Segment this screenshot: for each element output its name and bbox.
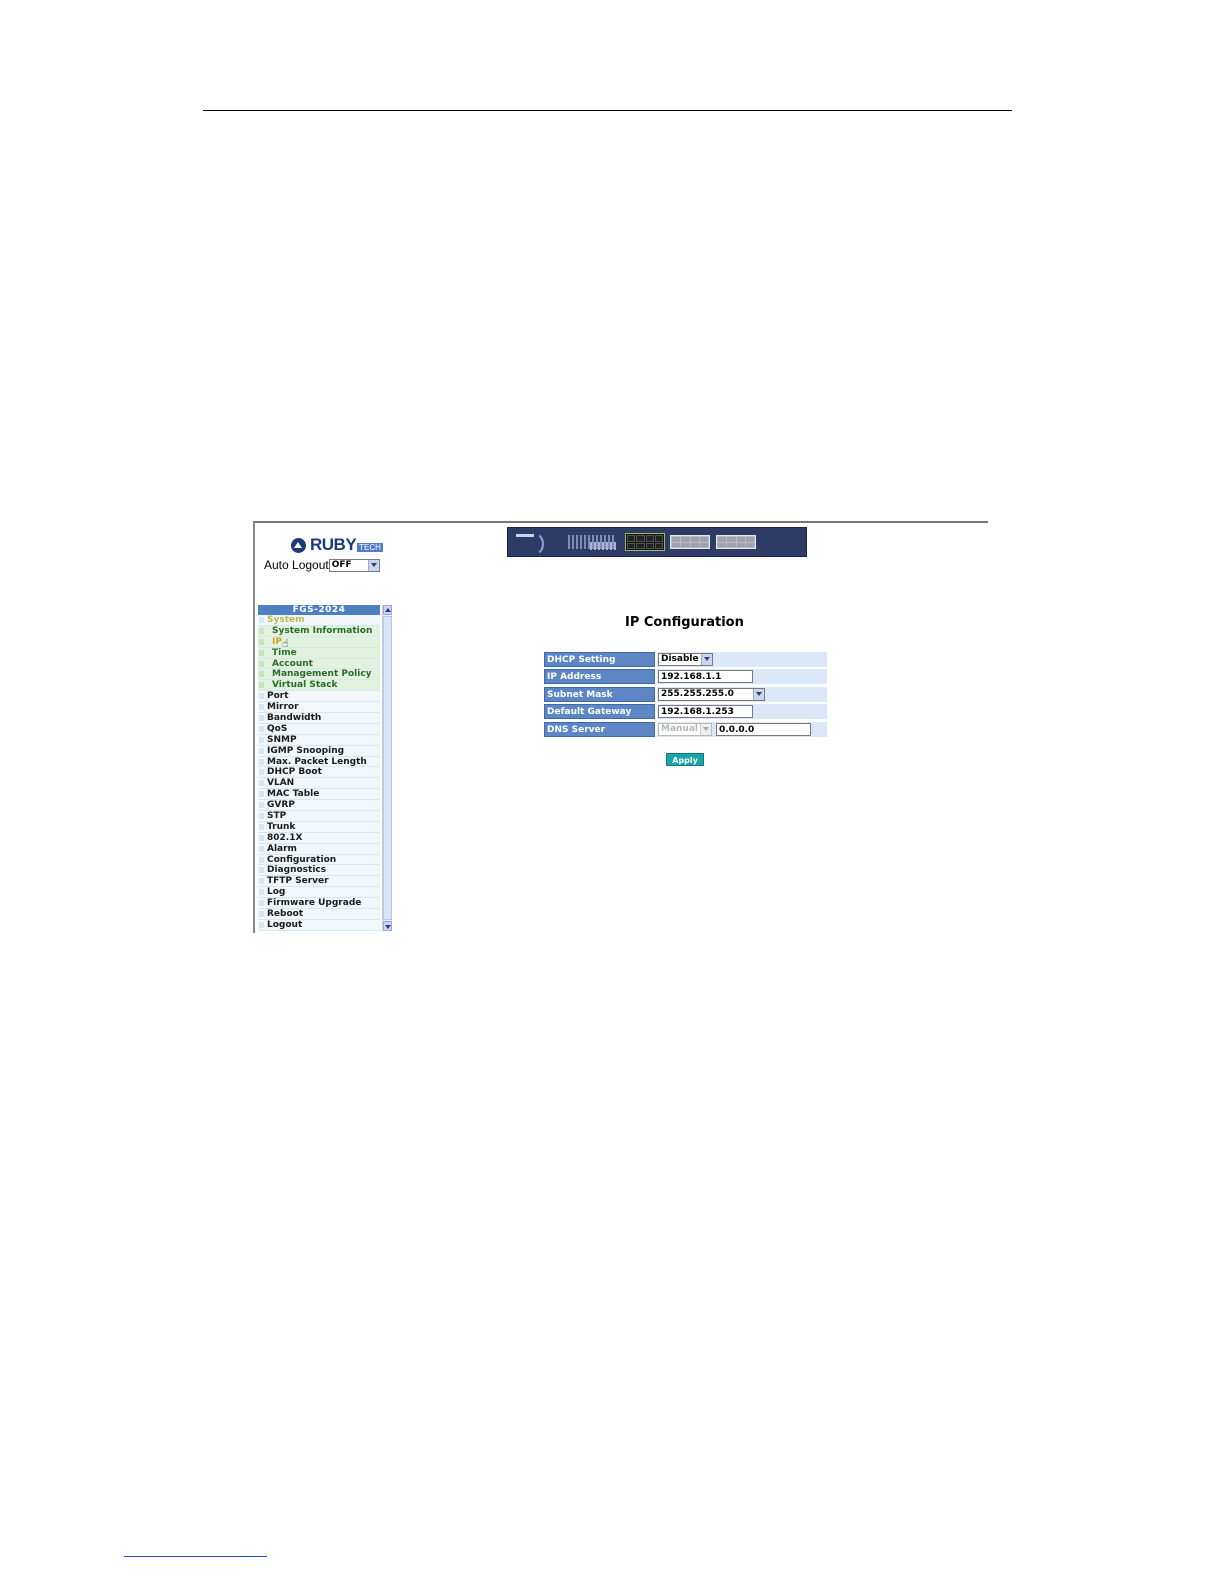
dhcp-setting-value: Disable (661, 654, 699, 665)
web-ui-screenshot: RUBY TECH Auto Logout OFF FGS-2024 Syste… (253, 521, 988, 933)
footer-link-rule (124, 1556, 267, 1557)
ip-config-form: DHCP Setting Disable IP Address 192.168.… (544, 651, 827, 739)
sidebar-item-mac-table[interactable]: MAC Table (258, 789, 380, 801)
sidebar-item-ip[interactable]: IP ☝ (258, 636, 380, 649)
page-title: IP Configuration (625, 615, 744, 630)
subnet-mask-select[interactable]: 255.255.255.0 (658, 687, 765, 701)
scroll-up-icon[interactable] (383, 605, 392, 615)
ip-address-row: IP Address 192.168.1.1 (544, 669, 827, 686)
logo-sub: TECH (357, 543, 383, 552)
dhcp-setting-row: DHCP Setting Disable (544, 651, 827, 669)
ip-address-input[interactable]: 192.168.1.1 (658, 670, 753, 684)
auto-logout-label: Auto Logout (264, 558, 329, 572)
sidebar-item-max-packet-length[interactable]: Max. Packet Length (258, 756, 380, 768)
sidebar-item-log[interactable]: Log (258, 887, 380, 899)
sidebar-item-tftp-server[interactable]: TFTP Server (258, 876, 380, 888)
rj45-ports (625, 533, 665, 551)
sidebar-item-trunk[interactable]: Trunk (258, 821, 380, 833)
dhcp-setting-select[interactable]: Disable (658, 652, 713, 666)
sidebar-item-bandwidth[interactable]: Bandwidth (258, 713, 380, 724)
subnet-mask-row: Subnet Mask 255.255.255.0 (544, 686, 827, 704)
sidebar-item-management-policy[interactable]: Management Policy (258, 669, 380, 681)
ip-address-label: IP Address (544, 669, 655, 685)
sidebar-item-802-1x[interactable]: 802.1X (258, 832, 380, 844)
sfp-ports-b (716, 535, 756, 549)
dns-mode-value: Manual (661, 724, 699, 735)
sidebar-item-system[interactable]: System (258, 615, 380, 626)
sidebar-item-igmp-snooping[interactable]: IGMP Snooping (258, 745, 380, 757)
sidebar-item-mirror[interactable]: Mirror (258, 702, 380, 714)
sidebar-item-snmp[interactable]: SNMP (258, 734, 380, 746)
sfp-ports-a (670, 535, 710, 549)
dns-server-row: DNS Server Manual 0.0.0.0 (544, 721, 827, 739)
auto-logout-select[interactable]: OFF (328, 558, 380, 572)
sidebar-item-qos[interactable]: QoS (258, 723, 380, 735)
subnet-mask-label: Subnet Mask (544, 686, 655, 702)
default-gateway-input[interactable]: 192.168.1.253 (658, 705, 753, 719)
auto-logout-value: OFF (331, 560, 352, 570)
chevron-down-icon[interactable] (367, 559, 379, 571)
sidebar-item-account[interactable]: Account (258, 658, 380, 670)
dns-server-label: DNS Server (544, 721, 655, 737)
chevron-down-icon (700, 723, 711, 735)
dns-mode-select: Manual (658, 722, 712, 736)
sidebar-item-configuration[interactable]: Configuration (258, 854, 380, 866)
sidebar-item-gvrp[interactable]: GVRP (258, 800, 380, 812)
sidebar-item-logout[interactable]: Logout (258, 919, 380, 931)
document-top-rule (203, 110, 1012, 111)
sidebar-item-system-information[interactable]: System Information (258, 625, 380, 637)
sidebar-item-vlan[interactable]: VLAN (258, 778, 380, 790)
sidebar-item-firmware-upgrade[interactable]: Firmware Upgrade (258, 898, 380, 910)
auto-logout: Auto Logout OFF (264, 558, 380, 572)
dns-server-input[interactable]: 0.0.0.0 (716, 722, 811, 736)
sidebar-scrollbar[interactable] (382, 605, 392, 931)
sidebar-menu: FGS-2024 System System Information IP ☝ T… (258, 605, 380, 931)
sidebar-item-label: IP (272, 636, 282, 647)
logo-text: RUBY (310, 535, 357, 554)
sidebar-item-dhcp-boot[interactable]: DHCP Boot (258, 767, 380, 779)
dhcp-setting-label: DHCP Setting (544, 651, 655, 667)
sidebar-item-stp[interactable]: STP (258, 811, 380, 822)
sidebar-item-reboot[interactable]: Reboot (258, 909, 380, 920)
sidebar-item-diagnostics[interactable]: Diagnostics (258, 865, 380, 877)
logo-icon (291, 537, 306, 553)
sidebar-item-port[interactable]: Port (258, 691, 380, 703)
chevron-down-icon[interactable] (753, 688, 764, 700)
sidebar-item-alarm[interactable]: Alarm (258, 843, 380, 855)
sidebar-item-time[interactable]: Time (258, 647, 380, 659)
subnet-mask-value: 255.255.255.0 (661, 689, 734, 700)
status-leds (590, 542, 618, 550)
switch-front-panel-image (507, 527, 807, 557)
chevron-down-icon[interactable] (701, 653, 712, 665)
scroll-down-icon[interactable] (383, 921, 392, 931)
default-gateway-label: Default Gateway (544, 704, 655, 720)
panel-brand-mark (516, 534, 534, 537)
apply-button[interactable]: Apply (666, 753, 704, 766)
default-gateway-row: Default Gateway 192.168.1.253 (544, 704, 827, 721)
scroll-thumb[interactable] (383, 616, 392, 920)
sidebar-heading: FGS-2024 (258, 605, 380, 615)
sidebar-item-virtual-stack[interactable]: Virtual Stack (258, 680, 380, 692)
rubytech-logo: RUBY TECH (291, 535, 383, 555)
